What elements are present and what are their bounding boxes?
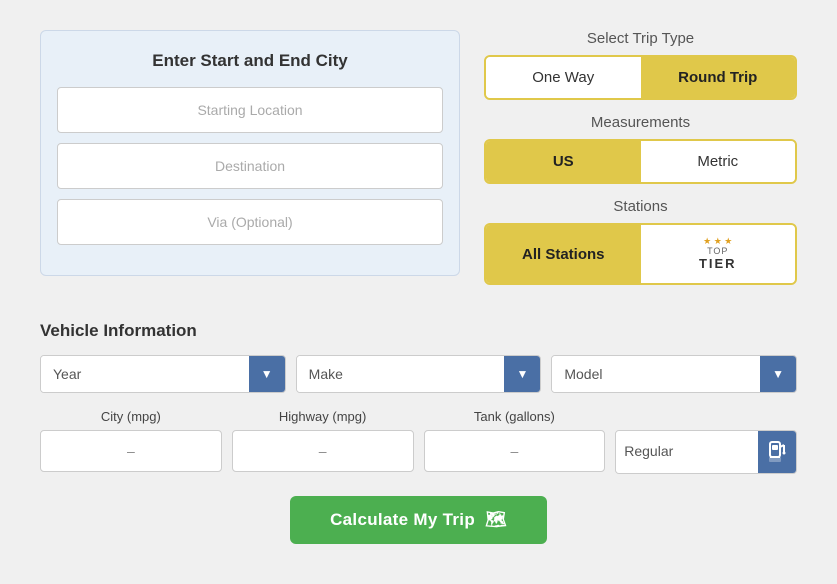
stations-toggle: All Stations ★ ★ ★ TOP TIER <box>484 223 797 285</box>
calculate-row: Calculate My Trip 🗺 <box>40 496 797 544</box>
make-dropdown-label: Make <box>297 356 505 392</box>
make-dropdown-wrapper: Make ▼ <box>296 355 542 393</box>
model-dropdown-arrow[interactable]: ▼ <box>760 356 796 392</box>
fuel-input-row: Regular <box>615 430 797 474</box>
fuel-type-label <box>704 409 708 424</box>
destination-input[interactable] <box>57 143 443 189</box>
via-input[interactable] <box>57 199 443 245</box>
highway-mpg-label: Highway (mpg) <box>279 409 366 424</box>
us-button[interactable]: US <box>486 141 641 182</box>
vehicle-section: Vehicle Information Year ▼ Make ▼ Model … <box>40 321 797 474</box>
round-trip-button[interactable]: Round Trip <box>641 57 796 98</box>
city-mpg-label: City (mpg) <box>101 409 161 424</box>
left-panel: Enter Start and End City <box>40 30 460 276</box>
all-stations-button[interactable]: All Stations <box>486 225 641 283</box>
city-mpg-input[interactable] <box>40 430 222 472</box>
year-dropdown-wrapper: Year ▼ <box>40 355 286 393</box>
model-dropdown-label: Model <box>552 356 760 392</box>
highway-mpg-group: Highway (mpg) <box>232 409 414 472</box>
mpg-row: City (mpg) Highway (mpg) Tank (gallons) … <box>40 409 797 474</box>
model-dropdown-wrapper: Model ▼ <box>551 355 797 393</box>
vehicle-title: Vehicle Information <box>40 321 797 341</box>
dropdowns-row: Year ▼ Make ▼ Model ▼ <box>40 355 797 393</box>
fuel-type-value: Regular <box>616 431 758 473</box>
trip-type-label: Select Trip Type <box>484 30 797 47</box>
make-dropdown-arrow[interactable]: ▼ <box>504 356 540 392</box>
fuel-icon <box>758 431 796 473</box>
toptier-button[interactable]: ★ ★ ★ TOP TIER <box>641 225 796 283</box>
tank-input[interactable] <box>424 430 606 472</box>
highway-mpg-input[interactable] <box>232 430 414 472</box>
tank-gallons-label: Tank (gallons) <box>474 409 555 424</box>
city-mpg-group: City (mpg) <box>40 409 222 472</box>
starting-location-input[interactable] <box>57 87 443 133</box>
content-row: Enter Start and End City Select Trip Typ… <box>40 30 797 299</box>
one-way-button[interactable]: One Way <box>486 57 641 98</box>
calculate-btn-label: Calculate My Trip <box>330 510 475 530</box>
right-panel: Select Trip Type One Way Round Trip Meas… <box>484 30 797 299</box>
stations-label: Stations <box>484 198 797 215</box>
year-dropdown-label: Year <box>41 356 249 392</box>
main-container: Enter Start and End City Select Trip Typ… <box>20 20 817 564</box>
measurements-toggle: US Metric <box>484 139 797 184</box>
toptier-tier-text: TIER <box>699 257 737 271</box>
left-panel-title: Enter Start and End City <box>57 51 443 71</box>
measurements-label: Measurements <box>484 114 797 131</box>
trip-type-toggle: One Way Round Trip <box>484 55 797 100</box>
calculate-btn-icon: 🗺 <box>485 510 507 530</box>
tank-group: Tank (gallons) <box>424 409 606 472</box>
year-dropdown-arrow[interactable]: ▼ <box>249 356 285 392</box>
toptier-logo: ★ ★ ★ TOP TIER <box>641 237 796 271</box>
calculate-button[interactable]: Calculate My Trip 🗺 <box>290 496 547 544</box>
metric-button[interactable]: Metric <box>641 141 796 182</box>
fuel-group: Regular <box>615 409 797 474</box>
